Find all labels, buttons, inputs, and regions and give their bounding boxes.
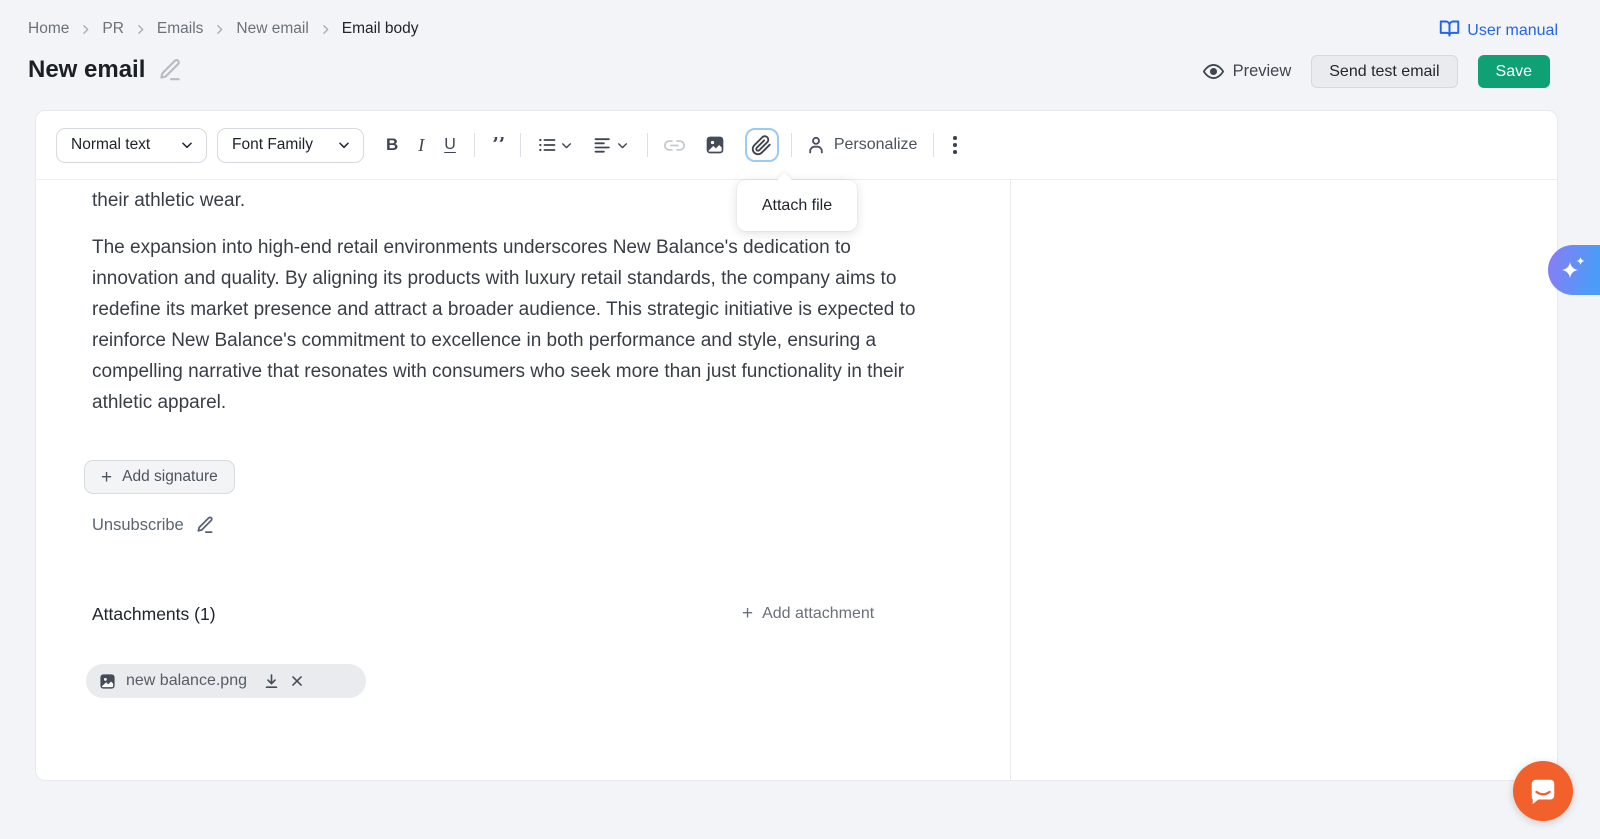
preview-label: Preview — [1233, 62, 1292, 81]
blockquote-button[interactable]: ” — [491, 137, 504, 153]
chat-bubble-icon — [1528, 776, 1558, 806]
download-attachment-button[interactable] — [263, 673, 280, 690]
user-manual-label: User manual — [1467, 22, 1558, 40]
chevron-down-icon — [337, 138, 351, 152]
link-icon — [664, 135, 685, 156]
remove-attachment-button[interactable] — [290, 674, 304, 688]
breadcrumb-pr[interactable]: PR — [102, 20, 124, 38]
text-style-dropdown[interactable]: Normal text — [56, 128, 207, 163]
insert-image-button[interactable] — [705, 135, 725, 155]
attach-file-tooltip: Attach file — [737, 180, 857, 231]
download-icon — [263, 673, 280, 690]
book-icon — [1439, 18, 1460, 44]
chevron-right-icon — [213, 23, 226, 36]
underline-button[interactable]: U — [444, 136, 456, 154]
user-manual-link[interactable]: User manual — [1439, 18, 1558, 44]
list-dropdown-button[interactable] — [537, 135, 573, 155]
toolbar-divider — [474, 133, 475, 157]
text-style-value: Normal text — [71, 136, 150, 154]
attach-file-button[interactable] — [745, 128, 779, 162]
align-left-icon — [593, 135, 613, 155]
chevron-right-icon — [134, 23, 147, 36]
add-signature-button[interactable]: + Add signature — [84, 460, 235, 494]
plus-icon: + — [742, 604, 753, 623]
paperclip-icon — [751, 135, 772, 156]
chevron-right-icon — [79, 23, 92, 36]
toolbar-divider — [520, 133, 521, 157]
font-family-value: Font Family — [232, 136, 313, 154]
more-options-button[interactable] — [947, 132, 963, 158]
sparkles-icon — [1557, 253, 1591, 287]
breadcrumb-emails[interactable]: Emails — [157, 20, 204, 38]
page-title: New email — [28, 56, 145, 84]
toolbar-divider — [647, 133, 648, 157]
chevron-down-icon — [180, 138, 194, 152]
email-body-paragraph: The expansion into high-end retail envir… — [92, 232, 932, 418]
font-family-dropdown[interactable]: Font Family — [217, 128, 364, 163]
send-test-email-button[interactable]: Send test email — [1311, 55, 1457, 88]
editor-toolbar: Normal text Font Family B I U ” — [36, 111, 1557, 180]
insert-link-button[interactable] — [664, 135, 685, 156]
breadcrumb-current: Email body — [342, 20, 419, 38]
preview-button[interactable]: Preview — [1203, 61, 1292, 82]
breadcrumb-home[interactable]: Home — [28, 20, 69, 38]
breadcrumb: Home PR Emails New email Email body — [28, 20, 418, 38]
attachments-heading: Attachments (1) — [92, 604, 216, 625]
plus-icon: + — [101, 468, 112, 487]
personalize-button[interactable]: Personalize — [806, 135, 918, 155]
ai-assistant-button[interactable] — [1548, 245, 1600, 295]
add-signature-label: Add signature — [122, 468, 218, 486]
personalize-label: Personalize — [834, 136, 918, 154]
image-file-icon — [99, 673, 116, 690]
toolbar-divider — [791, 133, 792, 157]
attachment-filename: new balance.png — [126, 672, 247, 690]
bold-button[interactable]: B — [386, 135, 398, 155]
image-icon — [705, 135, 725, 155]
edit-unsubscribe-icon[interactable] — [195, 515, 215, 535]
attachment-chip: new balance.png — [86, 664, 366, 698]
chevron-down-icon — [560, 139, 573, 152]
unsubscribe-label: Unsubscribe — [92, 516, 184, 535]
add-attachment-button[interactable]: + Add attachment — [742, 604, 874, 623]
add-attachment-label: Add attachment — [762, 605, 874, 623]
toolbar-divider — [933, 133, 934, 157]
eye-icon — [1203, 61, 1224, 82]
breadcrumb-new-email[interactable]: New email — [236, 20, 308, 38]
close-icon — [290, 674, 304, 688]
unsubscribe-row: Unsubscribe — [92, 515, 215, 535]
bullet-list-icon — [537, 135, 557, 155]
chevron-right-icon — [319, 23, 332, 36]
tooltip-label: Attach file — [762, 197, 832, 215]
align-dropdown-button[interactable] — [593, 135, 629, 155]
save-button[interactable]: Save — [1478, 55, 1550, 88]
italic-button[interactable]: I — [418, 135, 424, 156]
person-icon — [806, 135, 826, 155]
pane-divider — [1010, 180, 1011, 780]
chevron-down-icon — [616, 139, 629, 152]
chat-launcher-button[interactable] — [1513, 761, 1573, 821]
edit-title-icon[interactable] — [157, 57, 183, 83]
